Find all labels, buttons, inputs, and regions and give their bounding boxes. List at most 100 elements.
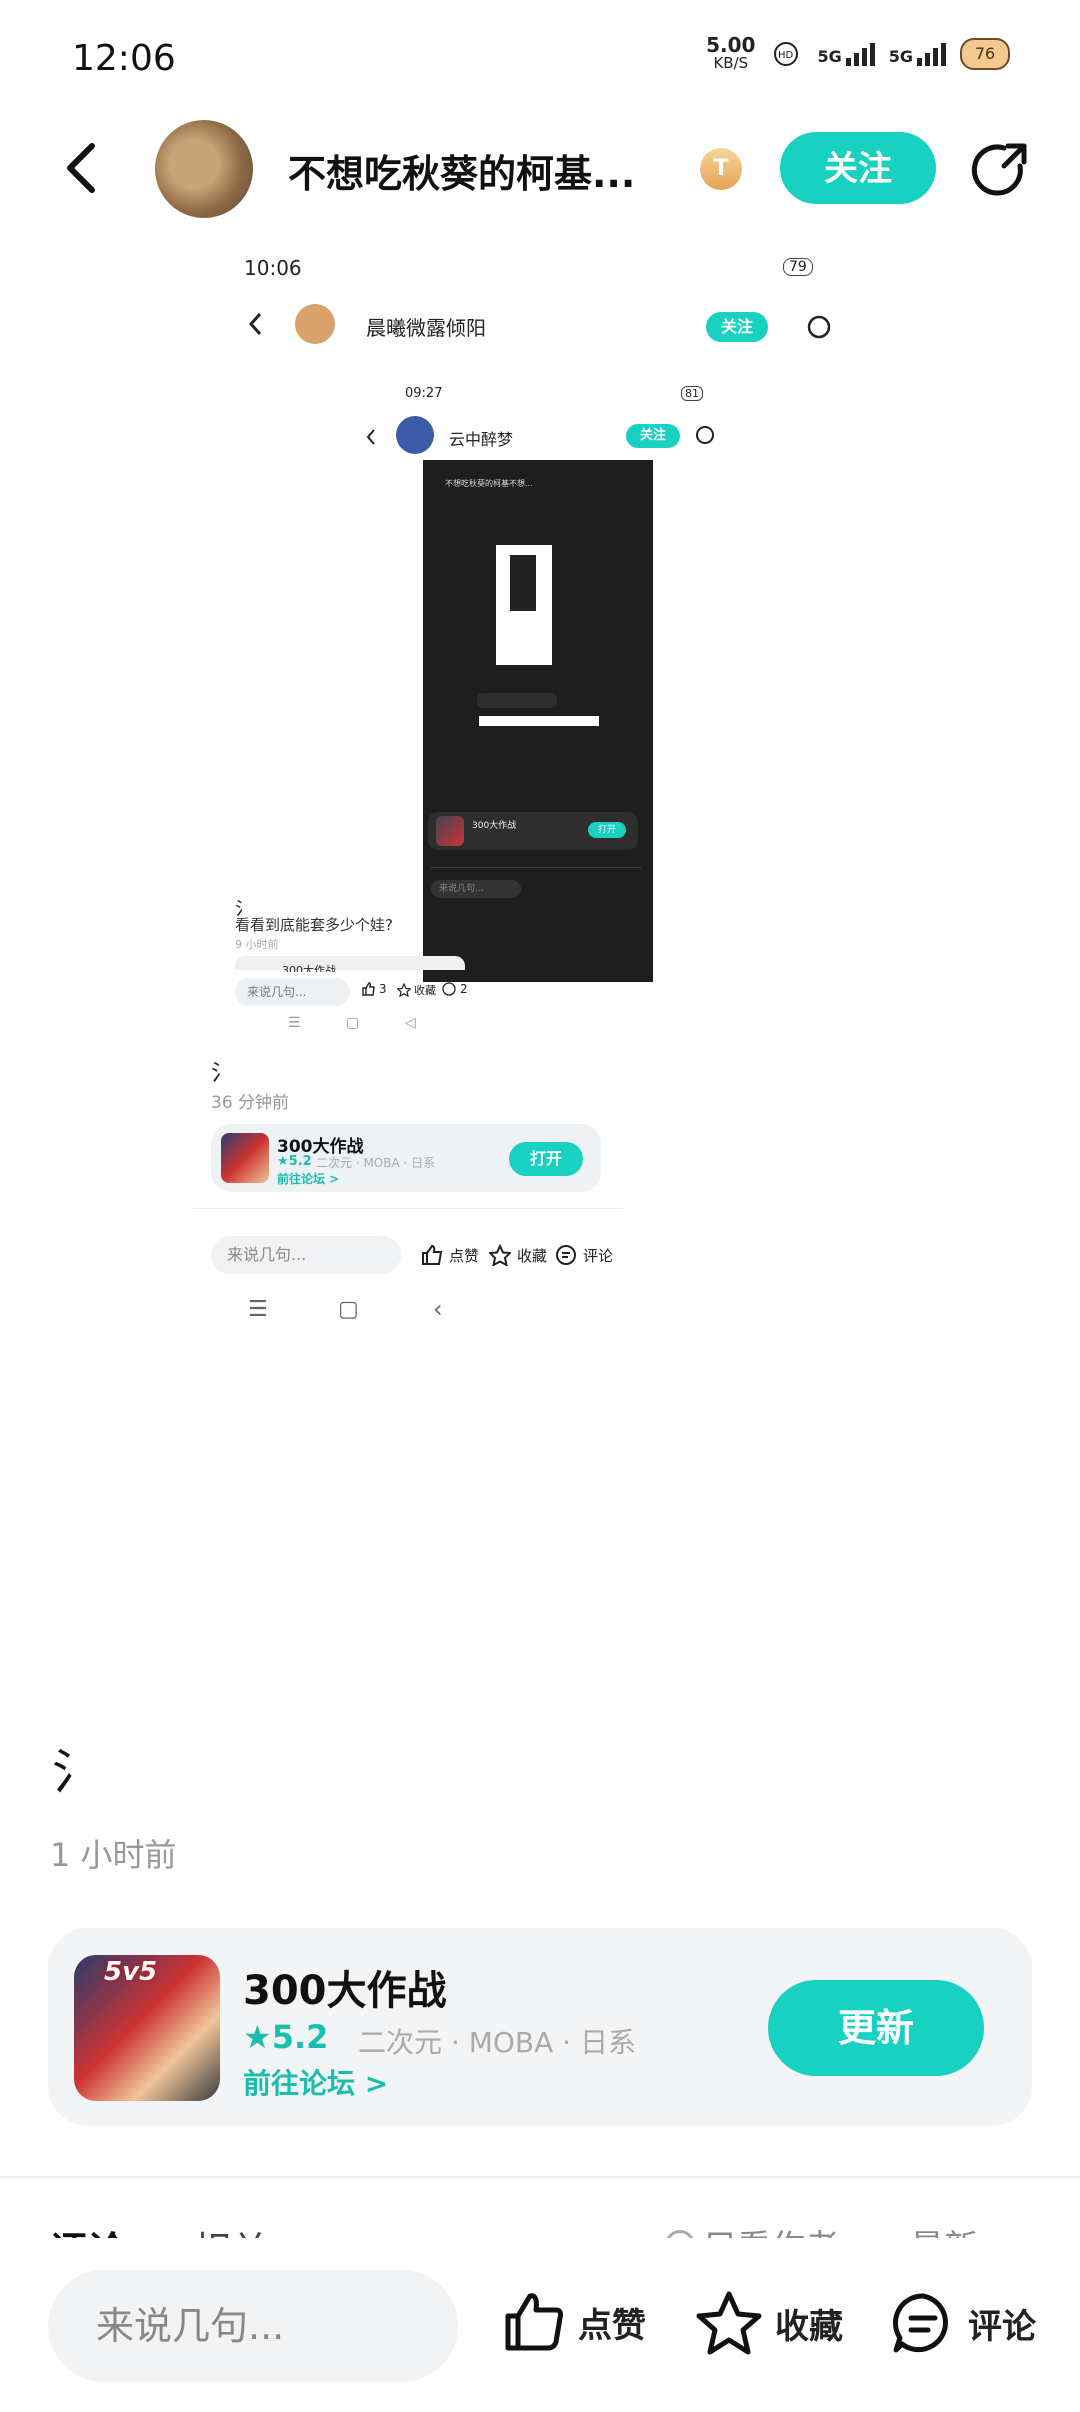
shot-status-time: 10:06: [244, 256, 302, 280]
like-button[interactable]: 点赞: [502, 2290, 646, 2354]
inner-status-time: 09:27: [405, 386, 443, 401]
inner-nav-home-icon: ▢: [346, 1015, 360, 1031]
inner-post-text: 看看到底能套多少个娃?: [235, 916, 393, 934]
inner-username: 云中醉梦: [449, 430, 514, 449]
inner-star-icon: [397, 983, 411, 997]
net-speed-value: 5.00: [706, 33, 756, 57]
signal-1-label: 5G: [817, 46, 842, 66]
shot-back-icon: [248, 312, 262, 336]
comment-label: 评论: [968, 2306, 1036, 2347]
nested-dark-screenshot: 不想吃秋葵的柯基不想... 300大作战 打开 来说几句...: [423, 460, 653, 982]
shot-nav-back-icon: ‹: [433, 1295, 443, 1323]
avatar[interactable]: [155, 120, 253, 218]
battery-icon: 76: [960, 38, 1010, 70]
dark-comment-input: 来说几句...: [431, 880, 521, 898]
shot-star-icon: [489, 1244, 511, 1266]
shot-game-card: 300大作战 ★5.2 二次元 · MOBA · 日系 前往论坛 > 打开: [211, 1124, 601, 1192]
shot-comment-label: 评论: [583, 1246, 614, 1265]
shot-open-button: 打开: [509, 1142, 583, 1176]
shot-game-tags: 二次元 · MOBA · 日系: [316, 1156, 436, 1170]
shot-comment-icon: [556, 1245, 576, 1265]
signal-2: 5G: [888, 42, 946, 66]
post-content: 氵: [52, 1744, 101, 1800]
favorite-label: 收藏: [775, 2306, 843, 2347]
inner-game-title: 300大作战: [282, 964, 336, 972]
net-speed-unit: KB/S: [713, 54, 749, 72]
inner-like: 3: [361, 982, 387, 996]
shot-comment-input: 来说几句...: [211, 1236, 401, 1274]
inner-game-card: 300大作战: [235, 956, 465, 972]
post-screenshot-image[interactable]: 10:06 79 晨曦微露倾阳 关注 09:27 81 云中醉梦 关注 不想吃秋…: [193, 240, 867, 1680]
comment-input[interactable]: 来说几句...: [48, 2270, 458, 2382]
dark-game-card: 300大作战 打开: [428, 812, 638, 850]
inner-fav-label: 收藏: [414, 984, 436, 997]
thumbs-up-icon: [505, 2293, 563, 2351]
inner-back-icon: [366, 429, 375, 445]
inner-comment-count: 2: [460, 982, 468, 996]
username[interactable]: 不想吃秋葵的柯基...: [288, 143, 635, 198]
shot-battery: 79: [783, 258, 813, 276]
shot-post-mark: 氵: [211, 1061, 234, 1086]
inner-battery: 81: [681, 386, 703, 401]
shot-share-icon: [807, 315, 831, 339]
status-icons: 5.00 KB/S HD 5G 5G 76: [706, 33, 1010, 72]
comment-button[interactable]: 评论: [890, 2290, 1036, 2356]
shot-comment: 评论: [555, 1244, 613, 1266]
follow-button[interactable]: 关注: [780, 132, 936, 204]
shot-username: 晨曦微露倾阳: [366, 316, 486, 340]
inner-post-time: 9 小时前: [235, 938, 279, 951]
post-time: 1 小时前: [50, 1836, 177, 1874]
shot-like: 点赞: [421, 1244, 479, 1266]
inner-nav-menu-icon: ☰: [288, 1015, 301, 1031]
status-time: 12:06: [72, 38, 176, 79]
signal-1: 5G: [817, 42, 875, 66]
forum-link[interactable]: 前往论坛 >: [243, 2062, 388, 2102]
signal-bars-icon: [917, 42, 946, 66]
shot-game-icon: [221, 1133, 269, 1183]
game-icon-tag: 5v5: [104, 1957, 158, 1987]
inner-comment: 2: [442, 982, 468, 996]
network-speed: 5.00 KB/S: [706, 33, 756, 72]
dark-game-title: 300大作战: [472, 821, 517, 831]
inner-like-icon: [362, 982, 375, 996]
inner-fav: 收藏: [397, 982, 436, 998]
inner-follow: 关注: [626, 424, 680, 448]
shot-fav-label: 收藏: [517, 1246, 548, 1265]
share-icon[interactable]: [968, 136, 1034, 202]
level-badge: T: [700, 148, 742, 190]
back-arrow-icon[interactable]: [58, 140, 106, 196]
game-title[interactable]: 300大作战: [243, 1958, 447, 2016]
game-rating: ★5.2: [243, 2018, 329, 2056]
shot-fav: 收藏: [489, 1244, 547, 1266]
inner-like-count: 3: [379, 982, 387, 996]
like-label: 点赞: [578, 2305, 646, 2346]
inner-share-icon: [696, 426, 714, 444]
shot-like-label: 点赞: [449, 1246, 480, 1265]
divider: [0, 2176, 1080, 2178]
favorite-button[interactable]: 收藏: [695, 2290, 843, 2356]
shot-avatar: [295, 304, 335, 344]
svg-text:HD: HD: [778, 50, 794, 61]
game-tags: 二次元 · MOBA · 日系: [358, 2026, 636, 2059]
inner-nav-back-icon: ◁: [405, 1015, 416, 1031]
shot-game-rating: ★5.2: [277, 1154, 312, 1169]
shot-follow: 关注: [706, 312, 768, 342]
dark-open-button: 打开: [588, 822, 626, 838]
star-icon: [696, 2291, 762, 2355]
shot-forum-link: 前往论坛 >: [277, 1172, 340, 1186]
comment-icon: [892, 2293, 948, 2353]
shot-nav-home-icon: ▢: [338, 1297, 359, 1322]
game-icon[interactable]: 5v5: [74, 1955, 220, 2101]
inner-comment-input: 来说几句...: [235, 978, 350, 1006]
dark-inner-page: [496, 545, 552, 665]
inner-avatar: [396, 416, 434, 454]
update-button[interactable]: 更新: [768, 1980, 984, 2076]
shot-like-icon: [422, 1244, 443, 1265]
signal-2-label: 5G: [888, 46, 913, 66]
signal-bars-icon: [845, 42, 875, 66]
inner-comment-icon: [442, 982, 456, 996]
shot-nav-menu-icon: ☰: [248, 1297, 268, 1322]
hd-call-icon: HD: [774, 42, 799, 66]
dark-username: 不想吃秋葵的柯基不想...: [445, 479, 533, 488]
shot-post-time: 36 分钟前: [211, 1093, 290, 1113]
